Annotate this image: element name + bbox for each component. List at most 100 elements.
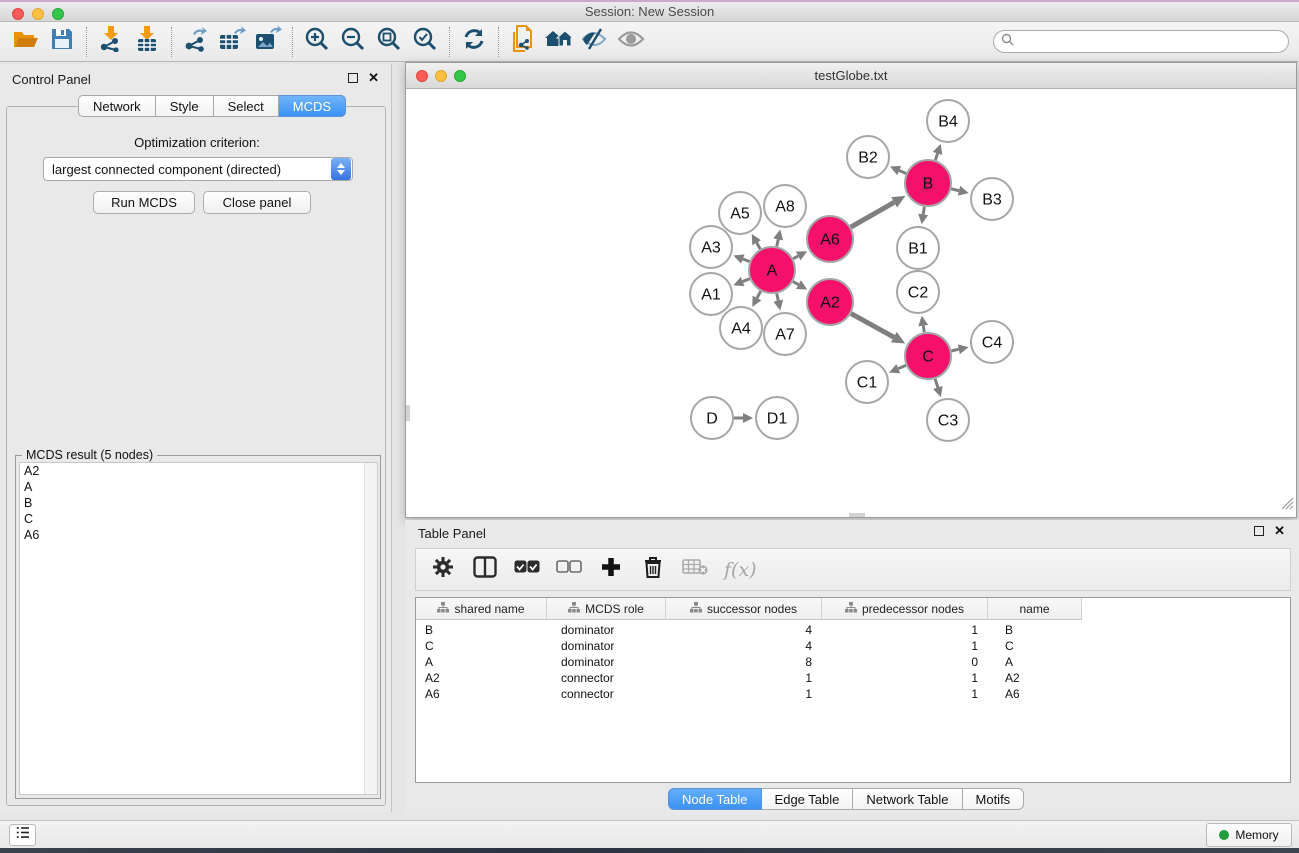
float-panel-icon[interactable] (348, 73, 358, 83)
mcds-result-item[interactable]: C (20, 511, 377, 527)
zoom-in-button[interactable] (299, 26, 335, 58)
column-header-shared-name[interactable]: shared name (416, 598, 547, 619)
graph-edge-C-C3[interactable] (935, 379, 938, 388)
dropdown-stepper-icon (331, 158, 351, 180)
home-button[interactable] (541, 26, 577, 58)
graph-edge-A-A7[interactable] (777, 294, 778, 301)
criterion-dropdown[interactable]: largest connected component (directed) (43, 157, 353, 181)
mcds-result-item[interactable]: B (20, 495, 377, 511)
zoom-out-button[interactable] (335, 26, 371, 58)
table-cell: B (416, 622, 547, 638)
network-graph[interactable]: AA1A2A3A4A5A6A7A8BB1B2B3B4CC1C2C3C4DD1 (406, 89, 1296, 517)
task-history-button[interactable] (9, 824, 36, 846)
export-image-button[interactable] (250, 26, 286, 58)
graph-edge-B-B1[interactable] (923, 207, 924, 215)
table-row[interactable]: Adominator80A (416, 654, 1291, 670)
duplicate-network-button[interactable] (505, 26, 541, 58)
minimize-network-button[interactable] (435, 70, 447, 82)
zoom-selected-button[interactable] (407, 26, 443, 58)
graph-edge-B-B2[interactable] (899, 171, 906, 174)
zoom-window-button[interactable] (52, 8, 64, 20)
memory-button[interactable]: Memory (1206, 823, 1292, 847)
table-cell: 4 (666, 622, 822, 638)
graph-edge-A6-B[interactable] (851, 202, 894, 227)
tab-mcds[interactable]: MCDS (279, 95, 346, 117)
split-table-button[interactable] (472, 557, 498, 583)
column-header-name[interactable]: name (988, 598, 1082, 619)
open-session-button[interactable] (8, 26, 44, 58)
export-table-button[interactable] (214, 26, 250, 58)
graph-edge-C-C2[interactable] (923, 326, 924, 333)
graph-edge-A-A3[interactable] (743, 259, 750, 262)
function-builder-button[interactable]: f(x) (724, 559, 757, 581)
graph-edge-A2-C[interactable] (851, 314, 894, 338)
graph-edge-A-A4[interactable] (757, 291, 761, 298)
table-header-row: shared nameMCDS rolesuccessor nodesprede… (416, 598, 1082, 620)
tab-motifs[interactable]: Motifs (963, 788, 1025, 810)
close-window-button[interactable] (12, 8, 24, 20)
table-settings-button[interactable] (430, 557, 456, 583)
graph-edge-C-C4[interactable] (951, 349, 958, 351)
deselect-all-button[interactable] (556, 557, 582, 583)
export-network-button[interactable] (178, 26, 214, 58)
show-details-button[interactable] (613, 26, 649, 58)
select-all-button[interactable] (514, 557, 540, 583)
column-header-MCDS-role[interactable]: MCDS role (547, 598, 666, 619)
resize-handle-icon[interactable] (1281, 497, 1294, 515)
graph-edge-B-B3[interactable] (951, 189, 959, 191)
import-network-button[interactable] (93, 26, 129, 58)
destroy-table-button[interactable] (682, 557, 708, 583)
mcds-list-scrollbar[interactable] (364, 463, 377, 794)
add-column-button[interactable] (598, 557, 624, 583)
table-cell: A2 (988, 670, 1082, 686)
zoom-out-icon (340, 26, 366, 57)
hide-details-button[interactable] (577, 26, 613, 58)
network-window-controls[interactable] (416, 70, 466, 82)
tab-select[interactable]: Select (214, 95, 279, 117)
delete-column-button[interactable] (640, 557, 666, 583)
close-panel-button[interactable]: Close panel (203, 191, 311, 214)
graph-edge-B-B4[interactable] (935, 153, 937, 160)
mcds-result-item[interactable]: A (20, 479, 377, 495)
tab-style[interactable]: Style (156, 95, 214, 117)
minimize-window-button[interactable] (32, 8, 44, 20)
float-panel-icon[interactable] (1254, 526, 1264, 536)
zoom-in-icon (304, 26, 330, 57)
homes-icon (544, 28, 574, 55)
graph-edge-C-C1[interactable] (898, 365, 906, 368)
table-row[interactable]: Cdominator41C (416, 638, 1291, 654)
close-panel-icon[interactable]: ✕ (368, 73, 379, 83)
tab-node-table[interactable]: Node Table (668, 788, 762, 810)
table-row[interactable]: A6connector11A6 (416, 686, 1291, 702)
column-header-predecessor-nodes[interactable]: predecessor nodes (822, 598, 988, 619)
graph-edge-A-A6[interactable] (793, 256, 798, 259)
mcds-result-list[interactable]: A2ABCA6 (19, 462, 378, 795)
tab-network[interactable]: Network (78, 95, 156, 117)
graph-edge-A-A2[interactable] (793, 282, 798, 285)
import-table-button[interactable] (129, 26, 165, 58)
tab-edge-table[interactable]: Edge Table (762, 788, 854, 810)
tab-network-table[interactable]: Network Table (853, 788, 962, 810)
mcds-result-item[interactable]: A2 (20, 463, 377, 479)
graph-edge-A-A5[interactable] (757, 243, 761, 249)
mcds-result-item[interactable]: A6 (20, 527, 377, 543)
zoom-network-button[interactable] (454, 70, 466, 82)
run-mcds-button[interactable]: Run MCDS (93, 191, 195, 214)
column-header-successor-nodes[interactable]: successor nodes (666, 598, 822, 619)
save-session-button[interactable] (44, 26, 80, 58)
table-row[interactable]: Bdominator41B (416, 622, 1291, 638)
close-network-button[interactable] (416, 70, 428, 82)
window-controls[interactable] (12, 8, 64, 20)
graph-edge-A-A1[interactable] (743, 279, 750, 282)
network-canvas[interactable]: AA1A2A3A4A5A6A7A8BB1B2B3B4CC1C2C3C4DD1 (406, 89, 1296, 517)
search-field[interactable] (993, 30, 1289, 53)
zoom-fit-button[interactable] (371, 26, 407, 58)
node-table[interactable]: shared nameMCDS rolesuccessor nodesprede… (415, 597, 1291, 783)
network-window-titlebar[interactable]: testGlobe.txt (406, 63, 1296, 89)
refresh-view-button[interactable] (456, 26, 492, 58)
table-row[interactable]: A2connector11A2 (416, 670, 1291, 686)
checked-boxes-icon (514, 560, 540, 579)
graph-edge-A-A8[interactable] (777, 239, 778, 246)
search-input[interactable] (1014, 35, 1288, 49)
close-panel-icon[interactable]: ✕ (1274, 526, 1285, 536)
